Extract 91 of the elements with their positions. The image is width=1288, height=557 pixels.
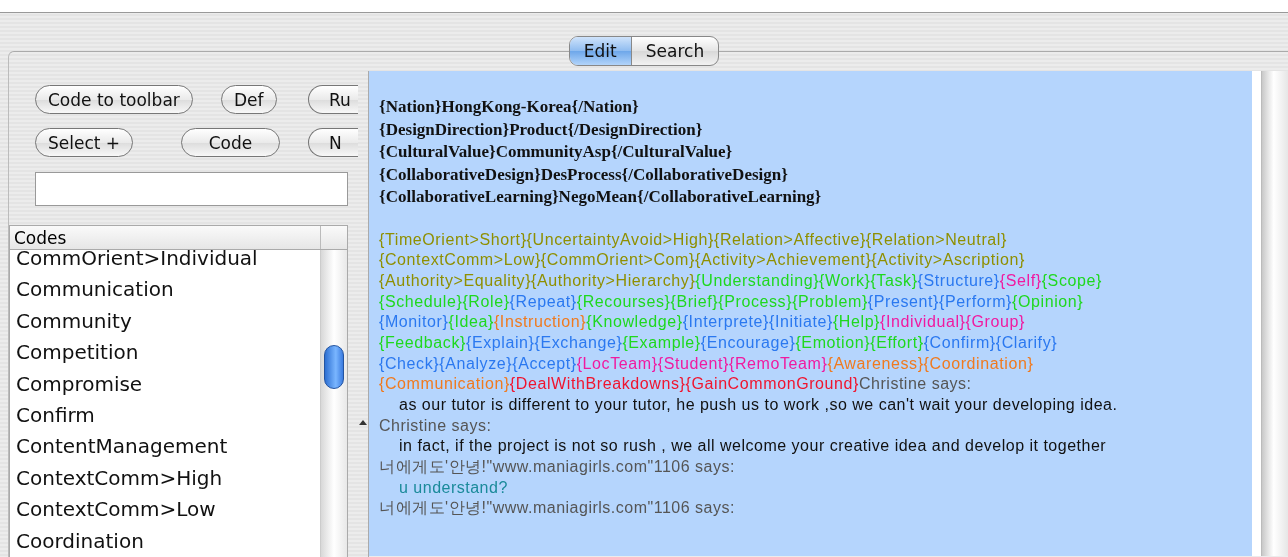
toolbar-button[interactable]: Select +	[35, 128, 134, 157]
code-list-item[interactable]: Compromise	[10, 369, 320, 401]
code-tag: {Brief}	[670, 292, 719, 310]
chat-message: as our tutor is different to your tutor, he push us to work ,so we can't wait your developing idea.	[398, 395, 1119, 416]
speaker-name: 너에게도'안녕!"www.maniagirls.com"1106 says:	[379, 498, 736, 519]
code-list-item[interactable]: Confirm	[10, 400, 320, 433]
code-list-item[interactable]: ContentManagement	[10, 432, 320, 464]
toolbar-button[interactable]: Code to toolbar	[35, 85, 193, 114]
header-line: {Nation}HongKong-Korea{/Nation}	[379, 96, 640, 118]
code-tag: {Help}	[832, 313, 881, 331]
code-tag: {ContextComm>Low}	[379, 251, 541, 269]
code-tag: {Emotion}	[795, 334, 871, 351]
code-tag: {Process}	[718, 292, 793, 310]
code-tag: {Understanding}	[695, 271, 820, 289]
code-tag: {Opinion}	[1012, 292, 1084, 310]
code-tag: {Activity>Ascription}	[871, 251, 1025, 269]
code-tag: {Recourses}	[576, 292, 671, 310]
speaker-name: Christine says:	[859, 375, 972, 393]
code-tag: {Scope}	[1041, 271, 1102, 289]
code-tag: {Work}	[819, 271, 871, 289]
code-tag: {Group}	[965, 313, 1025, 331]
code-tag: {Relation>Neutral}	[865, 230, 1007, 248]
code-tag: {Clarify}	[995, 334, 1058, 351]
code-tag: {Role}	[462, 292, 510, 310]
code-tag: {Instruction}	[493, 313, 587, 331]
code-tag: {Task}	[870, 271, 918, 289]
code-tag: {Example}	[622, 334, 701, 351]
code-tag: {Repeat}	[509, 292, 577, 310]
chat-message: u understand?	[398, 477, 509, 498]
code-tag: {Confirm}	[923, 334, 996, 351]
tab[interactable]: Search	[630, 37, 719, 65]
code-list-item[interactable]: Communication	[10, 275, 320, 307]
code-tag: {Coordination}	[923, 354, 1034, 372]
code-tag: {Structure}	[917, 271, 1000, 289]
code-tag: {TimeOrient>Short}	[379, 230, 527, 248]
code-tag: {Problem}	[792, 292, 868, 310]
code-tag: {Authority>Equality}	[379, 271, 532, 289]
code-tag: {Activity>Achievement}	[694, 251, 872, 269]
code-tag: {Interprete}	[682, 313, 770, 331]
header-line: {CulturalValue}CommunityAsp{/CulturalValue}	[379, 141, 734, 163]
toolbar-button[interactable]: Def	[221, 85, 277, 114]
splitter-handle-icon[interactable]	[359, 419, 367, 425]
code-list-item[interactable]: Coordination	[10, 526, 320, 557]
code-tag: {DealWithBreakdowns}	[509, 375, 686, 393]
code-list-item[interactable]: ContextComm>High	[10, 463, 320, 496]
code-list-item[interactable]: Community	[10, 306, 320, 339]
code-tag: {Explain}	[465, 334, 535, 351]
code-list-item[interactable]: CommOrient>Individual	[10, 250, 320, 276]
code-tag: {CommOrient>Com}	[540, 251, 695, 269]
header-line: {CollaborativeDesign}DesProcess{/CollaborativeDesign}	[379, 163, 789, 186]
toolbar-button[interactable]: Code	[181, 128, 280, 157]
tab[interactable]: Edit	[569, 37, 631, 65]
code-tag: {Present}	[867, 292, 940, 310]
scroll-thumb[interactable]	[324, 345, 344, 389]
code-tag: {Relation>Affective}	[714, 230, 866, 248]
scrollbar[interactable]	[1261, 71, 1288, 556]
code-tag: {Exchange}	[534, 334, 623, 351]
code-tag: {Schedule}	[379, 292, 463, 310]
text-editor[interactable]	[369, 71, 1261, 556]
code-tag: {Authority>Hierarchy}	[531, 271, 696, 289]
code-tag: {GainCommonGround}	[685, 375, 860, 393]
code-tag: {Perform}	[939, 292, 1013, 310]
toolbar-button[interactable]: Ru	[308, 85, 358, 114]
code-tag: {Initiate}	[769, 313, 833, 331]
code-tag: {Monitor}	[379, 313, 449, 331]
code-tag: {Analyze}	[439, 354, 513, 372]
code-tag: {Communication}	[379, 375, 510, 393]
speaker-name: 너에게도'안녕!"www.maniagirls.com"1106 says:	[379, 456, 736, 477]
code-tag: {RemoTeam}	[728, 354, 828, 372]
code-tag: {Self}	[999, 271, 1042, 289]
header-line: {DesignDirection}Product{/DesignDirection}	[379, 118, 704, 141]
header-line: {CollaborativeLearning}NegoMean{/CollaborativeLearning}	[379, 186, 823, 208]
code-tag: {Knowledge}	[586, 313, 683, 331]
speaker-name: Christine says:	[379, 415, 493, 436]
code-tag: {Idea}	[448, 313, 494, 331]
code-tag: {Accept}	[512, 354, 577, 372]
text-field[interactable]	[35, 172, 348, 206]
scrollbar[interactable]	[320, 250, 347, 557]
code-tag: {Encourage}	[700, 334, 796, 351]
code-tag: {Student}	[657, 354, 729, 372]
code-tag: {Effort}	[870, 334, 924, 351]
chat-message: in fact, if the project is not so rush , we all welcome your creative idea and develop it together	[398, 436, 1108, 457]
code-tag: {Individual}	[880, 313, 966, 331]
code-tag: {Check}	[379, 354, 440, 372]
code-tag: {Feedback}	[379, 334, 466, 351]
code-tag: {Awareness}	[827, 354, 924, 372]
code-tag: {LocTeam}	[576, 354, 658, 372]
code-list-item[interactable]: Competition	[10, 338, 320, 370]
code-tag: {UncertaintyAvoid>High}	[526, 230, 714, 248]
toolbar-button[interactable]: N	[308, 128, 358, 157]
code-list-item[interactable]: ContextComm>Low	[10, 495, 320, 527]
